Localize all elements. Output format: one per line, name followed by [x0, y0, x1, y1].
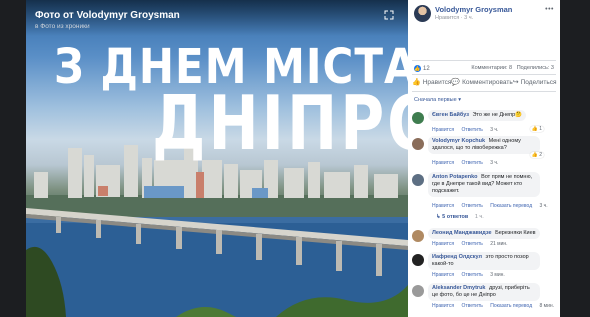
comment-reply-link[interactable]: Ответить — [461, 160, 482, 166]
shares-count[interactable]: Поделились: 3 — [517, 65, 554, 71]
share-button[interactable]: ↪ Поделиться — [512, 78, 557, 87]
comment: Иафренд Олдскул это просто позор какой-т… — [412, 252, 558, 283]
comment-like-link[interactable]: Нравится — [432, 303, 454, 309]
comment-like-link[interactable]: Нравится — [432, 241, 454, 247]
comment-actions: Нравится Ответить 3 мин. — [432, 272, 511, 278]
commenter-avatar[interactable] — [412, 285, 424, 297]
comment-like-link[interactable]: Нравится — [432, 127, 454, 133]
commenter-name[interactable]: Aleksander Dmytruk — [432, 285, 486, 291]
photo[interactable]: Фото от Volodymyr Groysman в Фото из хро… — [26, 0, 408, 317]
replies-row: ↳ 5 ответов 1 ч. — [412, 214, 558, 228]
comment-bubble: Євген Байбуз Это же не Днепр🤔 — [428, 110, 527, 122]
more-options-icon[interactable]: ••• — [545, 6, 554, 13]
comment-bubble: Aleksander Dmytruk друзі, приберіть це ф… — [428, 283, 540, 302]
comment-actions: Нравится Ответить 3 ч. — [432, 160, 504, 166]
comment-time[interactable]: 3 ч. — [540, 203, 548, 209]
post-time[interactable]: 3 ч. — [464, 15, 473, 21]
reaction-count: 1 — [539, 126, 542, 132]
post-liked-label[interactable]: Нравится — [435, 15, 459, 21]
reaction-count: 2 — [539, 152, 542, 158]
comment: Леонид Манджавидзе Березняки Киев Нравит… — [412, 228, 558, 252]
commenter-avatar[interactable] — [412, 174, 424, 186]
commenter-name[interactable]: Volodymyr Kopchuk — [432, 138, 485, 144]
share-button-label: Поделиться — [520, 78, 557, 86]
comment-reactions[interactable]: 👍 1 — [529, 126, 544, 132]
see-translation-link[interactable]: Показать перевод — [490, 303, 532, 309]
like-button-label: Нравится — [422, 78, 452, 86]
commenter-avatar[interactable] — [412, 138, 424, 150]
photo-album-link[interactable]: в Фото из хроники — [35, 23, 90, 30]
comment-actions: Нравится Ответить 3 ч. — [432, 127, 504, 133]
page-background-right — [560, 0, 590, 317]
post-sidebar: Volodymyr Groysman Нравится · 3 ч. ••• 👍… — [408, 0, 560, 317]
comment-time[interactable]: 8 мин. — [540, 303, 555, 309]
sort-label: Сначала первые — [414, 97, 457, 103]
comment: Anton Potapenko Вот прям не помню, где в… — [412, 172, 558, 214]
comment-reactions[interactable]: 👍 2 — [529, 152, 544, 158]
like-button[interactable]: 👍 Нравится — [412, 78, 452, 87]
commenter-name[interactable]: Леонид Манджавидзе — [432, 230, 492, 236]
commenter-avatar[interactable] — [412, 230, 424, 242]
comment-reply-link[interactable]: Ответить — [461, 127, 482, 133]
comments-count[interactable]: Комментарии: 8 — [471, 65, 512, 71]
comments-list: Євген Байбуз Это же не Днепр🤔 👍 1 Нравит… — [412, 110, 558, 313]
commenter-avatar[interactable] — [412, 112, 424, 124]
comment-text: Березняки Киев — [495, 230, 536, 236]
comment: Aleksander Dmytruk друзі, приберіть це ф… — [412, 283, 558, 313]
post-meta: Нравится · 3 ч. — [435, 15, 474, 21]
divider — [412, 60, 556, 61]
comment-button[interactable]: 💬 Комментировать — [451, 78, 513, 87]
comment: Євген Байбуз Это же не Днепр🤔 👍 1 Нравит… — [412, 110, 558, 136]
commenter-name[interactable]: Иафренд Олдскул — [432, 254, 482, 260]
view-replies-link[interactable]: ↳ 5 ответов 1 ч. — [436, 214, 484, 220]
comment-actions: Нравится Ответить Показать перевод 3 ч. — [432, 203, 554, 209]
expand-icon[interactable] — [384, 10, 394, 20]
comment-actions: Нравится Ответить 21 мин. — [432, 241, 514, 247]
comment-reply-link[interactable]: Ответить — [461, 272, 482, 278]
thumbs-up-icon: 👍 — [412, 79, 421, 86]
see-translation-link[interactable]: Показать перевод — [490, 203, 532, 209]
replies-label: 5 ответов — [442, 214, 469, 220]
comment-icon: 💬 — [451, 79, 461, 86]
post-actions: 👍 Нравится 💬 Комментировать ↪ Поделиться — [412, 78, 557, 87]
share-icon: ↪ — [512, 79, 519, 86]
reply-arrow-icon: ↳ — [436, 214, 441, 220]
comment-like-link[interactable]: Нравится — [432, 272, 454, 278]
comment-like-link[interactable]: Нравится — [432, 160, 454, 166]
comment-time[interactable]: 3 ч. — [490, 127, 498, 133]
headline-line2: ДНІПРО! — [152, 80, 408, 168]
divider — [412, 91, 556, 92]
photo-title[interactable]: Фото от Volodymyr Groysman — [35, 10, 180, 21]
comment-text: Это же не Днепр🤔 — [472, 112, 523, 118]
comment-reply-link[interactable]: Ответить — [461, 303, 482, 309]
comment-bubble: Иафренд Олдскул это просто позор какой-т… — [428, 252, 540, 271]
comment-actions: Нравится Ответить Показать перевод 8 мин… — [432, 303, 560, 309]
comment-sort-dropdown[interactable]: Сначала первые ▾ — [414, 97, 461, 103]
comment-time[interactable]: 21 мин. — [490, 241, 507, 247]
comment-reply-link[interactable]: Ответить — [461, 203, 482, 209]
comment: Volodymyr Kopchuk Мені одному здалося, щ… — [412, 136, 558, 172]
commenter-name[interactable]: Євген Байбуз — [432, 112, 469, 118]
reaction-count: 12 — [423, 65, 430, 72]
comment-bubble: Леонид Манджавидзе Березняки Киев — [428, 228, 540, 240]
thumbs-up-icon: 👍 — [414, 65, 421, 72]
author-name[interactable]: Volodymyr Groysman — [435, 5, 512, 14]
comment-like-link[interactable]: Нравится — [432, 203, 454, 209]
comment-button-label: Комментировать — [462, 78, 513, 86]
comment-bubble: Volodymyr Kopchuk Мені одному здалося, щ… — [428, 136, 540, 155]
post-stats: Комментарии: 8 Поделились: 3 — [471, 65, 554, 71]
comment-time[interactable]: 3 ч. — [490, 160, 498, 166]
reactions-summary[interactable]: 👍 12 — [414, 65, 430, 72]
replies-time[interactable]: 1 ч. — [475, 214, 484, 220]
comment-reply-link[interactable]: Ответить — [461, 241, 482, 247]
commenter-avatar[interactable] — [412, 254, 424, 266]
commenter-name[interactable]: Anton Potapenko — [432, 174, 478, 180]
comment-time[interactable]: 3 мин. — [490, 272, 505, 278]
author-avatar[interactable] — [414, 5, 431, 22]
comment-bubble: Anton Potapenko Вот прям не помню, где в… — [428, 172, 540, 198]
photo-viewer: Фото от Volodymyr Groysman в Фото из хро… — [0, 0, 590, 317]
divider — [412, 74, 556, 75]
